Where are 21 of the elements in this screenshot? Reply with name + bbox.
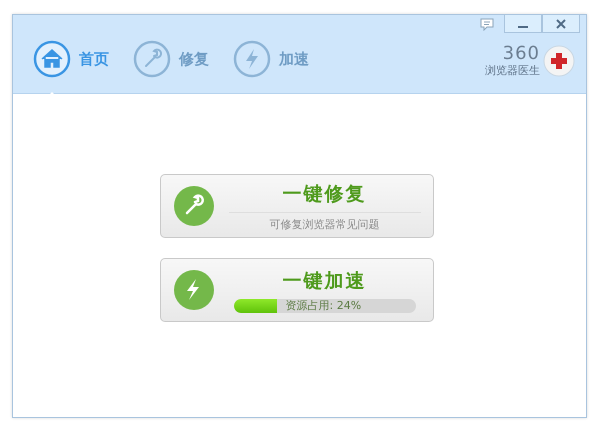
lightning-icon [172, 269, 214, 311]
nav-tab[interactable]: 加速 [233, 29, 309, 89]
brand-number: 360 [502, 44, 540, 62]
minimize-button[interactable] [504, 15, 542, 33]
close-button[interactable] [542, 15, 580, 33]
brand-name: 浏览器医生 [485, 62, 540, 78]
feedback-icon[interactable] [480, 18, 494, 30]
card-subtitle: 可修复浏览器常见问题 [228, 212, 420, 232]
card-title: 一键修复 [282, 182, 366, 206]
close-icon [555, 18, 567, 30]
medical-cross-icon [542, 44, 576, 78]
speed-card[interactable]: 一键加速 资源占用: 24% [160, 258, 434, 322]
card-title: 一键加速 [282, 268, 366, 294]
minimize-icon [518, 26, 528, 28]
nav-tab[interactable]: 修复 [133, 29, 209, 89]
home-icon [33, 40, 71, 78]
repair-card[interactable]: 一键修复 可修复浏览器常见问题 [160, 174, 434, 238]
usage-reading: 资源占用: 24% [286, 298, 362, 312]
lightning-icon [233, 40, 271, 78]
wrench-icon [133, 40, 171, 78]
wrench-icon [172, 185, 214, 227]
